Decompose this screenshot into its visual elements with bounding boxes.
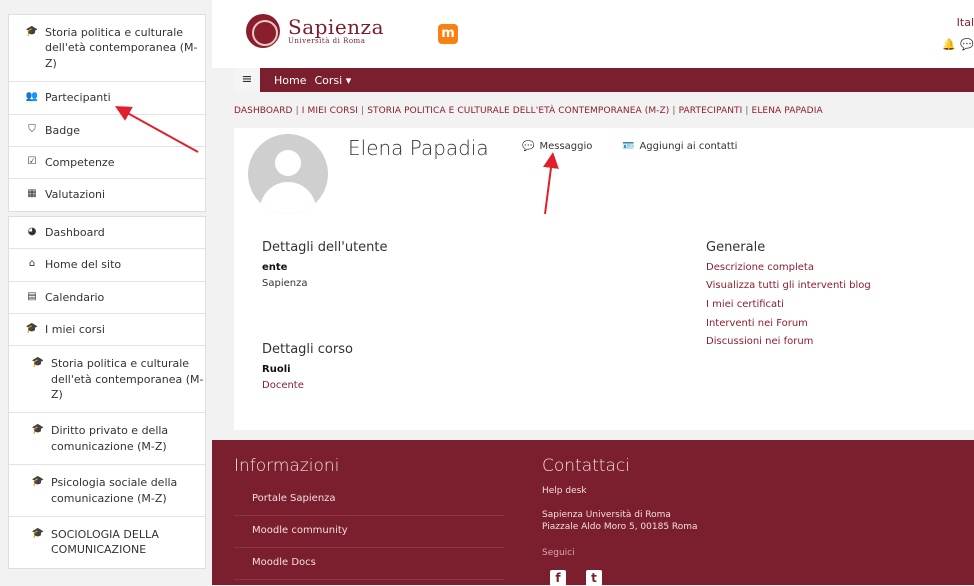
twitter-icon[interactable]: t (586, 570, 602, 586)
breadcrumb-user[interactable]: ELENA PAPADIA (752, 106, 823, 116)
site-header: Sapienza Università di Roma m Ital 🔔 💬 (212, 0, 974, 68)
forum-posts-link[interactable]: Interventi nei Forum (706, 318, 808, 329)
full-description-link[interactable]: Descrizione completa (706, 262, 814, 273)
role-docente-link[interactable]: Docente (262, 380, 304, 391)
footer-info-title: Informazioni (234, 456, 340, 476)
moodle-icon[interactable]: m (438, 24, 458, 44)
course-navigation-block: 🎓 Storia politica e culturale dell'età c… (8, 14, 206, 212)
sidebar-item-label: Psicologia sociale della comunicazione (… (51, 476, 178, 505)
avatar (248, 134, 328, 214)
sidebar-item-home[interactable]: ⌂ Home del sito (9, 249, 205, 282)
hamburger-menu-icon[interactable]: ≡ (234, 68, 260, 92)
logo-text: Sapienza Università di Roma (288, 17, 384, 45)
footer-address-line2: Piazzale Aldo Moro 5, 00185 Roma (542, 522, 698, 532)
site-footer: Informazioni Portale Sapienza Moodle com… (212, 440, 974, 586)
sidebar-item-partecipanti[interactable]: 👥 Partecipanti (9, 82, 205, 115)
nav-courses-label: Corsi (314, 73, 343, 87)
sidebar: 🎓 Storia politica e culturale dell'età c… (8, 14, 206, 573)
sidebar-item-label: Valutazioni (45, 188, 106, 202)
add-contact-button[interactable]: 🪪 Aggiungi ai contatti (622, 141, 737, 152)
breadcrumb-participants[interactable]: PARTECIPANTI (679, 106, 743, 116)
sidebar-item-label: Partecipanti (45, 91, 111, 105)
graduation-cap-icon: 🎓 (25, 322, 39, 334)
bell-icon[interactable]: 🔔 (942, 38, 956, 51)
sidebar-item-valutazioni[interactable]: ▦ Valutazioni (9, 179, 205, 210)
sidebar-item-label: Storia politica e culturale dell'età con… (51, 357, 204, 402)
sidebar-item-course-psicologia[interactable]: 🎓 Psicologia sociale della comunicazione… (9, 465, 205, 518)
checkbox-icon: ☑ (27, 155, 37, 167)
sidebar-item-label: I miei corsi (45, 322, 105, 336)
breadcrumb-my-courses[interactable]: I MIEI CORSI (302, 106, 358, 116)
message-label: Messaggio (539, 141, 593, 152)
sidebar-item-course[interactable]: 🎓 Storia politica e culturale dell'età c… (9, 15, 205, 83)
address-card-icon: 🪪 (622, 141, 635, 152)
breadcrumb: DASHBOARD | I MIEI CORSI | STORIA POLITICA E… (234, 106, 823, 116)
footer-helpdesk-link[interactable]: Help desk (542, 486, 587, 498)
sidebar-item-label: Storia politica e culturale dell'età con… (45, 26, 198, 70)
blog-entries-link[interactable]: Visualizza tutti gli interventi blog (706, 280, 871, 291)
general-title: Generale (706, 240, 766, 255)
graduation-cap-icon: 🎓 (31, 424, 45, 436)
sidebar-item-course-diritto[interactable]: 🎓 Diritto privato e della comunicazione … (9, 413, 205, 466)
dashboard-icon: ◕ (27, 225, 37, 237)
footer-link-moodle-docs[interactable]: Moodle Docs (234, 548, 504, 580)
sidebar-item-label: Badge (45, 123, 81, 137)
sidebar-item-competenze[interactable]: ☑ Competenze (9, 147, 205, 180)
sapienza-seal-icon (246, 14, 280, 48)
sidebar-item-label: Competenze (45, 155, 115, 169)
sidebar-item-label: Home del sito (45, 258, 122, 272)
sidebar-item-my-courses[interactable]: 🎓 I miei corsi (9, 314, 205, 347)
breadcrumb-course[interactable]: STORIA POLITICA E CULTURALE DELL'ETÀ CON… (367, 106, 669, 116)
sidebar-item-course-storia[interactable]: 🎓 Storia politica e culturale dell'età c… (9, 346, 205, 414)
nav-home-link[interactable]: Home (274, 74, 306, 87)
sidebar-item-badge[interactable]: ⛉ Badge (9, 115, 205, 147)
add-contact-label: Aggiungi ai contatti (639, 141, 738, 152)
field-label: ente (262, 262, 288, 273)
profile-card: Elena Papadia 💬 Messaggio 🪪 Aggiungi ai … (234, 128, 974, 430)
user-details-title: Dettagli dell'utente (262, 240, 388, 255)
sidebar-item-label: Dashboard (45, 225, 105, 239)
language-menu[interactable]: Ital (957, 16, 974, 29)
sapienza-logo[interactable]: Sapienza Università di Roma (246, 14, 384, 48)
user-full-name: Elena Papadia (348, 136, 489, 160)
navbar: ≡ Home Corsi ▾ (234, 68, 974, 92)
calendar-icon: ▤ (27, 290, 37, 302)
sidebar-item-label: Diritto privato e della comunicazione (M… (51, 424, 169, 453)
users-icon: 👥 (25, 91, 39, 103)
field-value: Sapienza (262, 278, 308, 289)
forum-discussions-link[interactable]: Discussioni nei forum (706, 336, 813, 347)
table-icon: ▦ (27, 188, 37, 200)
logo-name: Sapienza (288, 15, 385, 39)
sidebar-item-calendario[interactable]: ▤ Calendario (9, 282, 205, 314)
message-button[interactable]: 💬 Messaggio (522, 141, 592, 152)
shield-icon: ⛉ (28, 123, 36, 135)
home-icon: ⌂ (28, 258, 36, 270)
sidebar-item-label: SOCIOLOGIA DELLA COMUNICAZIONE (51, 528, 159, 557)
footer-link-portale[interactable]: Portale Sapienza (234, 484, 504, 516)
sidebar-item-course-sociologia[interactable]: 🎓 SOCIOLOGIA DELLA COMUNICAZIONE (9, 517, 205, 568)
course-details-title: Dettagli corso (262, 342, 353, 357)
footer-address-line1: Sapienza Università di Roma (542, 510, 671, 520)
graduation-cap-icon: 🎓 (31, 357, 45, 369)
graduation-cap-icon: 🎓 (31, 528, 45, 540)
sidebar-item-dashboard[interactable]: ◕ Dashboard (9, 217, 205, 250)
speech-bubble-icon: 💬 (522, 141, 535, 152)
sidebar-item-label: Calendario (45, 290, 105, 304)
facebook-icon[interactable]: f (550, 570, 566, 586)
breadcrumb-dashboard[interactable]: DASHBOARD (234, 106, 293, 116)
chat-icon[interactable]: 💬 (960, 38, 974, 51)
nav-courses-dropdown[interactable]: Corsi ▾ (314, 74, 351, 87)
roles-label: Ruoli (262, 364, 291, 375)
site-navigation-block: ◕ Dashboard ⌂ Home del sito ▤ Calendario… (8, 215, 206, 569)
caret-down-icon: ▾ (345, 73, 352, 87)
graduation-cap-icon: 🎓 (25, 26, 39, 37)
graduation-cap-icon: 🎓 (31, 476, 45, 488)
footer-contact-title: Contattaci (542, 456, 630, 476)
footer-follow-label: Seguici (542, 548, 575, 558)
certificates-link[interactable]: I miei certificati (706, 299, 784, 310)
footer-link-moodle-community[interactable]: Moodle community (234, 516, 504, 548)
